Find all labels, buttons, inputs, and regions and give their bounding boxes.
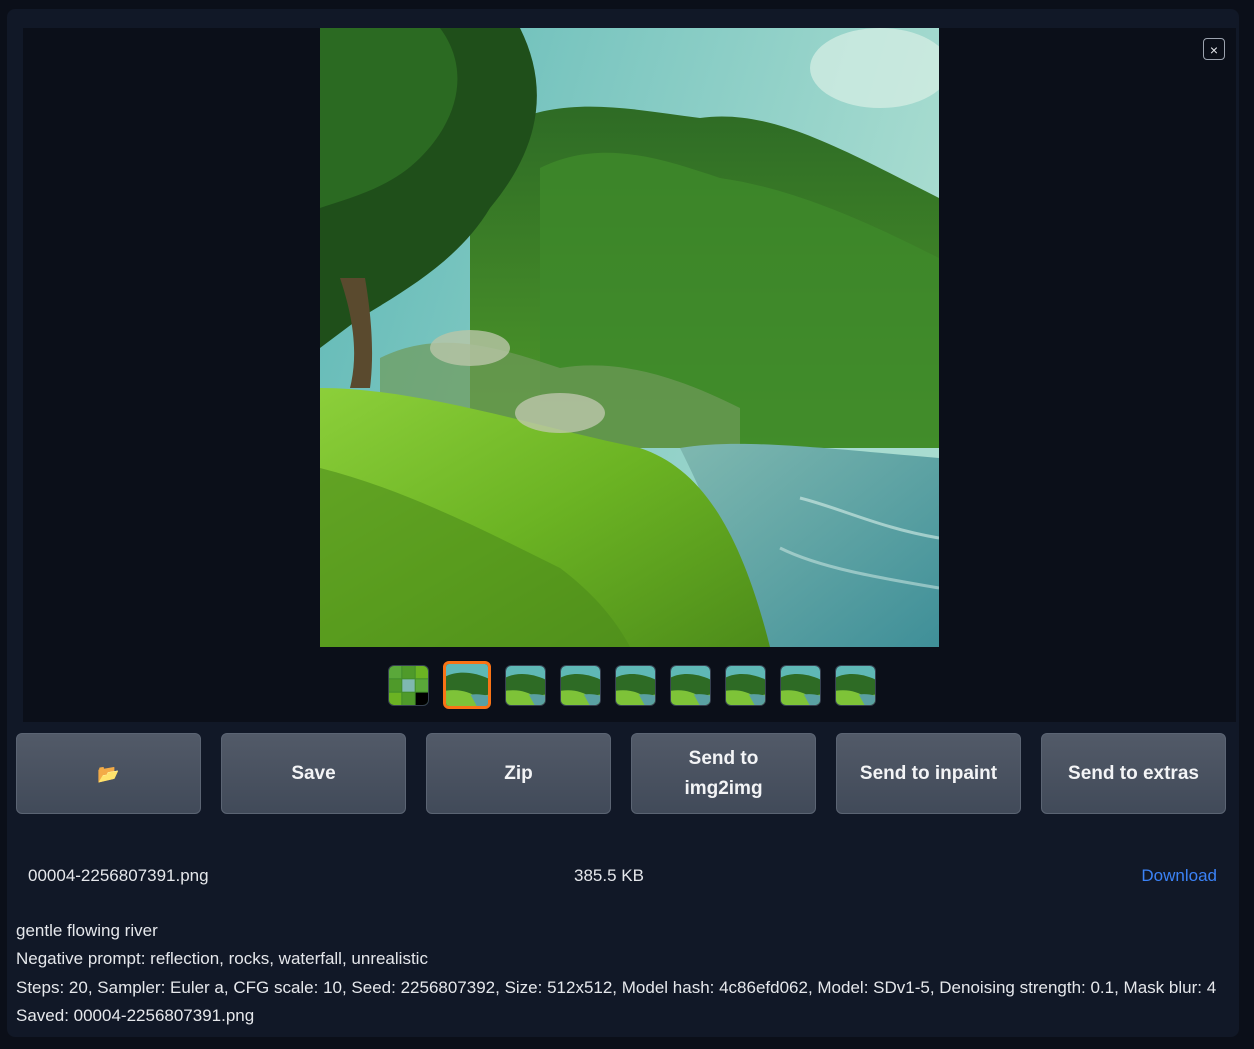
generation-info: gentle flowing river Negative prompt: re… [16,917,1216,1031]
image-gallery: × [23,28,1236,722]
close-icon: × [1209,42,1219,58]
grid-preview-icon [389,666,428,705]
send-to-img2img-button[interactable]: Send to img2img [631,733,816,814]
thumbnail-image-2[interactable] [505,665,546,706]
generated-image-preview[interactable] [320,28,939,647]
send-to-inpaint-button[interactable]: Send to inpaint [836,733,1021,814]
thumbnail-strip [388,661,876,709]
thumbnail-landscape-icon [671,666,710,705]
thumbnail-landscape-icon [616,666,655,705]
action-button-row: 📂 Save Zip Send to img2img Send to inpai… [16,733,1226,814]
send-to-extras-button[interactable]: Send to extras [1041,733,1226,814]
thumbnail-landscape-icon [446,664,488,706]
thumbnail-landscape-icon [726,666,765,705]
thumbnail-image-7[interactable] [780,665,821,706]
thumbnail-image-4[interactable] [615,665,656,706]
thumbnail-image-5[interactable] [670,665,711,706]
folder-icon: 📂 [97,763,120,784]
thumbnail-landscape-icon [781,666,820,705]
landscape-image [320,28,939,647]
file-size: 385.5 KB [574,866,644,885]
close-preview-button[interactable]: × [1203,38,1225,60]
save-button[interactable]: Save [221,733,406,814]
parameters-text: Steps: 20, Sampler: Euler a, CFG scale: … [16,977,1217,997]
thumbnail-landscape-icon [506,666,545,705]
prompt-text: gentle flowing river [16,921,158,940]
open-folder-button[interactable]: 📂 [16,733,201,814]
thumbnail-landscape-icon [836,666,875,705]
saved-file-text: Saved: 00004-2256807391.png [16,1006,255,1026]
thumbnail-image-3[interactable] [560,665,601,706]
zip-button[interactable]: Zip [426,733,611,814]
thumbnail-landscape-icon [561,666,600,705]
file-name: 00004-2256807391.png [28,866,209,885]
download-link[interactable]: Download [1141,866,1217,886]
thumbnail-grid[interactable] [388,665,429,706]
thumbnail-image-8[interactable] [835,665,876,706]
thumbnail-image-1[interactable] [443,661,491,709]
negative-prompt-text: Negative prompt: reflection, rocks, wate… [16,949,428,969]
thumbnail-image-6[interactable] [725,665,766,706]
